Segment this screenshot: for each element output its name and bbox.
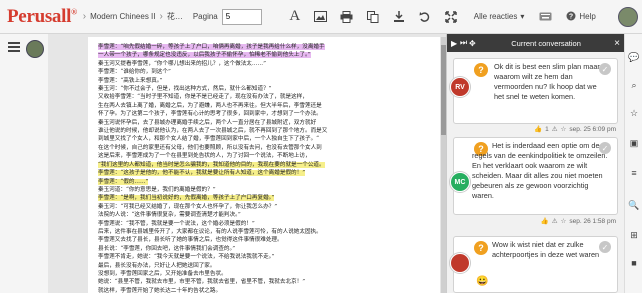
play-icon[interactable]: ▶ <box>451 39 460 48</box>
document-line[interactable]: 李雪莲又去找了县长，县长听了她的事情之后，也觉得这件事情很难处理。 <box>98 236 430 244</box>
document-viewer: 李雪莲：“咱先假结婚一碎，等孩子上了户口，咱俩再离婚，孩子是我再给什么样，没离婚… <box>48 34 446 293</box>
document-line[interactable]: 谁让他说的时候，他却说他认为，在两人去了一次县城之后，就不再回到了那个地方。而是… <box>98 127 430 135</box>
document-line[interactable]: 县长说：“李雪莲，你回去吧，这件事情我们会调查的。” <box>98 245 430 253</box>
document-line[interactable]: 秦玉河说怀孕后，去了县城办理离婚手续之后，两个人一直分居在了县城附近，双方就好 <box>98 119 430 127</box>
perusall-logo[interactable]: Perusall® <box>7 6 77 28</box>
move-icon[interactable]: ✥ <box>469 39 478 48</box>
emoji: 😀 <box>476 276 489 287</box>
comment-text: Het is inderdaad een optie om de regels … <box>472 141 608 200</box>
alert-icon[interactable]: ⚠ <box>552 125 558 133</box>
search-icon[interactable]: ⌕ <box>629 80 639 90</box>
document-line[interactable]: 秦玉河：“你不过会子，但是，找出这种方式，然后，就什么都知道？” <box>98 85 430 93</box>
comment-icon[interactable]: 💬 <box>628 52 639 62</box>
right-rail: 💬 ⌕ ☆ ▣ ≡ 🔍 ⊞ ■ <box>624 34 642 293</box>
document-line[interactable]: 李雪莲：“是啊，我们当初说好的，先假离婚，等孩子上了户口再复婚。” <box>98 194 430 202</box>
help-icon: ? <box>566 11 576 23</box>
svg-text:?: ? <box>569 13 573 20</box>
star-icon[interactable]: ☆ <box>561 217 567 225</box>
undo-icon[interactable] <box>412 4 438 30</box>
comment-card[interactable]: MC ? ✓ Het is inderdaad een optie om de … <box>450 137 618 215</box>
help-label: Help <box>579 12 596 21</box>
reactions-filter-dropdown[interactable]: Alle reacties ▾ <box>474 12 525 21</box>
grid-icon[interactable]: ⊞ <box>629 230 639 240</box>
user-avatar[interactable] <box>618 7 638 27</box>
download-icon[interactable] <box>386 4 412 30</box>
star-icon[interactable]: ☆ <box>561 125 567 133</box>
document-line[interactable]: 一人带一个孩子，哪条规定也没违反，以后我孩子不偷怀孕，怕稀老不偷到他头上了。” <box>98 51 430 59</box>
avatar: MC <box>450 172 470 192</box>
document-line[interactable]: “我们这里的人都知道，他当时是怎么骗我的，我知道他的目的，我现在要的就是一个公道… <box>98 161 430 169</box>
avatar <box>450 253 470 273</box>
document-line[interactable]: 又收拾李雪莲：“当时子里不知道，你是不是已经走了，现在没有办法了，就是这样， <box>98 93 430 101</box>
document-line[interactable]: 李雪莲：“这孩子是他的，他不能不认，我就是要让所有人知道，这个离婚是假的！” <box>98 169 430 177</box>
page-number-input[interactable] <box>221 8 262 25</box>
document-line[interactable]: 生在两人去镇上离了婚，离婚之后，为了避嫌，两人也不再来往。但大半年后，李雪莲还是 <box>98 102 430 110</box>
document-line[interactable]: 李雪莲说：“我不管，我就是要一个说法，这个婚必须是假的！” <box>98 220 430 228</box>
comment-card[interactable]: ? ✓ Wow ik wist niet dat er zulke achter… <box>450 236 618 293</box>
timestamp: sep. 26 1:58 pm <box>569 217 616 225</box>
top-toolbar: Perusall® › Modern Chinees II › 花… Pagin… <box>0 0 642 34</box>
fast-forward-icon[interactable]: ⏭ <box>460 38 469 48</box>
image-icon[interactable] <box>308 4 334 30</box>
panel-title: Current conversation <box>511 38 581 48</box>
font-size-button[interactable]: A <box>282 4 308 30</box>
document-line[interactable]: 秦玉河道：“你的意思是，我们的离婚是假的？” <box>98 186 430 194</box>
comment-text: Ok dit is best een slim plan maar waarom… <box>494 62 600 101</box>
panel-header: ▶ ⏭ ✥ Current conversation × <box>447 34 624 52</box>
keyboard-icon[interactable] <box>532 4 558 30</box>
document-page: 李雪莲：“咱先假结婚一碎，等孩子上了户口，咱俩再离婚，孩子是我再给什么样，没离婚… <box>88 37 440 293</box>
left-rail <box>0 34 48 293</box>
comment-meta: 👍 ⚠ ☆ sep. 26 1:58 pm <box>447 217 624 228</box>
thumbs-up-icon[interactable]: 👍 <box>534 125 542 133</box>
document-line[interactable]: 李雪莲：“咱先假结婚一碎，等孩子上了户口，咱俩再离婚，孩子是我再给什么样，没离婚… <box>98 43 430 51</box>
comment-card[interactable]: RV ? ✓ Ok dit is best een slim plan maar… <box>450 58 618 124</box>
document-line[interactable]: 就这样，李雪莲开始了她长达二十年的告状之路。 <box>98 287 430 293</box>
document-line[interactable]: 这是后来，李雪莲成为了一个在县里到处告状的人，为了讨回一个说法，不断地上访， <box>98 152 430 160</box>
chevron-right-icon: › <box>159 11 163 22</box>
document-line[interactable]: 秦玉河：“可我已经又结婚了，现在那个女人也怀孕了，你让我怎么办？” <box>98 203 430 211</box>
document-line[interactable]: 李雪莲：“假的……” <box>98 178 430 186</box>
document-line[interactable]: 李雪莲：“高铁上来想真。” <box>98 77 430 85</box>
thumbs-up-icon[interactable]: 👍 <box>541 217 549 225</box>
document-line[interactable]: 怀了孕。为了这第二个孩子，李雪莲有心计的思考了很多，回到家中，才想到了一个办法。 <box>98 110 430 118</box>
breadcrumb: › Modern Chinees II › 花… <box>83 11 183 22</box>
chevron-right-icon: › <box>82 11 87 22</box>
document-line[interactable]: 后来，这件事在县城里传开了，大家都在议论，有的人说李雪莲可怜，有的人说她太固执。 <box>98 228 430 236</box>
timestamp: sep. 25 6:09 pm <box>569 125 616 133</box>
conversation-panel: ▶ ⏭ ✥ Current conversation × RV ? ✓ Ok d… <box>446 34 624 293</box>
reactions-filter-label: Alle reacties <box>473 12 518 21</box>
comment-text: Wow ik wist niet dat er zulke achterpoor… <box>492 240 600 259</box>
document-line[interactable]: 秦玉河又提看李雪莲，“你个哪儿想出来的招儿？，这个做法太……” <box>98 60 430 68</box>
document-line[interactable]: 法院的人说：“这件事情很复杂，需要调查清楚才能判决。” <box>98 211 430 219</box>
document-line[interactable]: 李雪莲：“谁给你的，到这个” <box>98 68 430 76</box>
menu-icon[interactable] <box>8 42 20 54</box>
close-icon[interactable]: × <box>614 38 620 49</box>
search-icon[interactable]: 🔍 <box>628 200 639 210</box>
document-line[interactable]: 在这个时候，自己的家里还有父母，他们也要照顾，所以没有去问，也没有去管那个女人到 <box>98 144 430 152</box>
copy-icon[interactable] <box>360 4 386 30</box>
star-icon[interactable]: ☆ <box>629 108 639 118</box>
document-line[interactable]: 没想到，李雪莲回家之后，又开始准备去市里告状。 <box>98 270 430 278</box>
chevron-down-icon: ▾ <box>520 12 525 21</box>
bookmark-icon[interactable]: ■ <box>629 258 639 268</box>
avatar: RV <box>450 77 470 97</box>
help-button[interactable]: ? Help <box>566 11 596 23</box>
student-avatar[interactable] <box>26 40 44 58</box>
image-icon[interactable]: ▣ <box>629 138 639 148</box>
print-icon[interactable] <box>334 4 360 30</box>
document-line[interactable]: 李雪莲不肯走，她说：“我今天就是要一个说法，不给我说法我就不走。” <box>98 253 430 261</box>
breadcrumb-course[interactable]: Modern Chinees II <box>90 12 155 21</box>
breadcrumb-item[interactable]: 花… <box>167 11 183 22</box>
list-icon[interactable]: ≡ <box>629 168 639 178</box>
comment-meta: 👍 1 ⚠ ☆ sep. 25 6:09 pm <box>447 125 624 136</box>
question-icon: ? <box>474 241 488 255</box>
document-line[interactable]: 最后，县长没有办法，只好让人把她送回了家。 <box>98 262 430 270</box>
like-count: 1 <box>545 125 549 133</box>
page-label: Pagina <box>192 12 218 21</box>
expand-icon[interactable] <box>438 4 464 30</box>
document-line[interactable]: 她说：“县里不管，我就去市里，市里不管，我就去省里，省里不管，我就去北京！” <box>98 278 430 286</box>
alert-icon[interactable]: ⚠ <box>552 217 558 225</box>
document-line[interactable]: 到城里又找了个女人，和那个女人结了婚，李雪莲回到家中后，一个人独自生下了孩子。“ <box>98 135 430 143</box>
question-icon: ? <box>474 63 488 77</box>
